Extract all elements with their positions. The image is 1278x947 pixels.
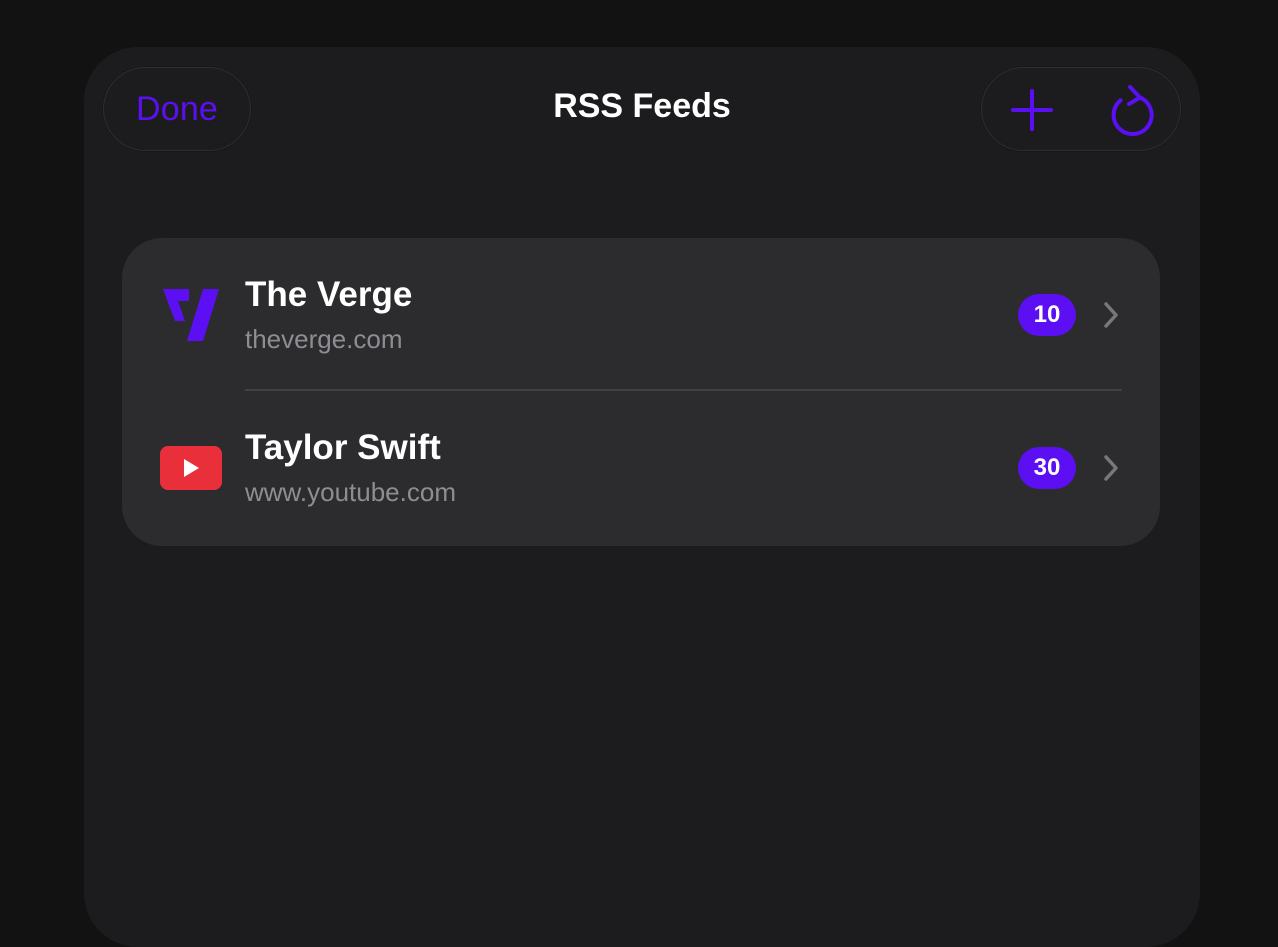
feed-name: Taylor Swift — [245, 428, 441, 467]
chevron-right-icon — [1104, 455, 1118, 481]
chevron-right-icon — [1104, 302, 1118, 328]
feed-url: www.youtube.com — [245, 477, 456, 507]
refresh-button[interactable] — [1082, 68, 1182, 152]
unread-count-badge: 10 — [1018, 294, 1076, 336]
refresh-icon — [1111, 85, 1154, 136]
feed-name: The Verge — [245, 275, 413, 314]
feed-row-the-verge[interactable]: The Verge theverge.com 10 — [122, 238, 1160, 391]
rss-feeds-sheet: Done RSS Feeds The Verge theverge.com 10… — [84, 47, 1200, 947]
verge-logo-icon — [160, 284, 222, 346]
feed-row-taylor-swift[interactable]: Taylor Swift www.youtube.com 30 — [122, 391, 1160, 543]
unread-count-badge: 30 — [1018, 447, 1076, 489]
add-feed-button[interactable] — [982, 68, 1082, 152]
youtube-logo-icon — [160, 437, 222, 499]
feed-list: The Verge theverge.com 10 Taylor Swift w… — [122, 238, 1160, 546]
feed-url: theverge.com — [245, 324, 403, 354]
plus-icon — [1011, 89, 1053, 131]
header-actions — [981, 67, 1181, 151]
